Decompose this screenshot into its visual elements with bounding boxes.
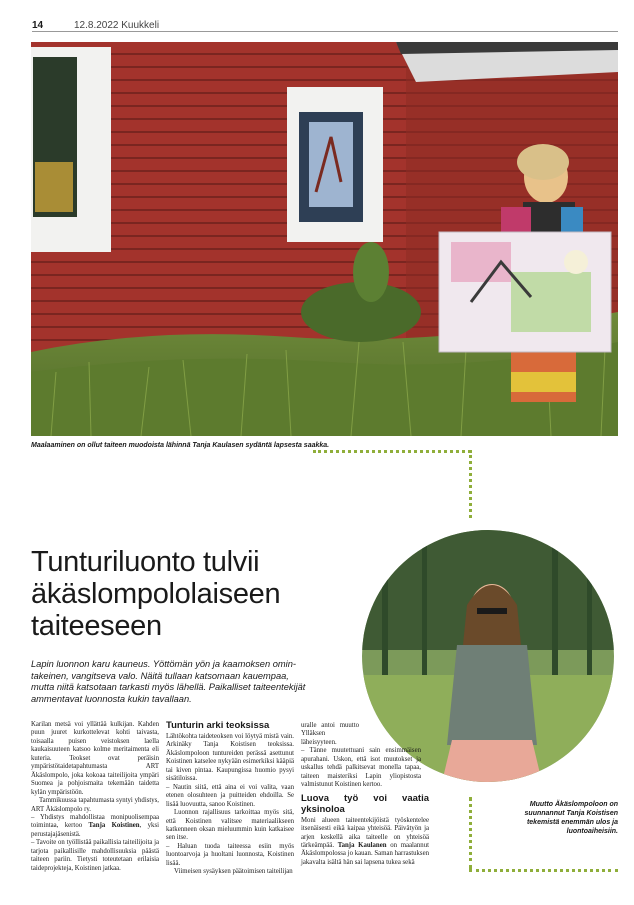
article-column-3: uralle antoi muutto Ylläksen läheisyytee… bbox=[301, 722, 429, 867]
paragraph: Luonnon rajallisuus tarkoittaa myös sitä… bbox=[166, 809, 294, 842]
subheading: Tunturin arki teoksissa bbox=[166, 720, 270, 731]
page-header: 14 12.8.2022 Kuukkeli bbox=[32, 14, 618, 32]
article-lead: Lapin luonnon karu kauneus. Yöttömän yön… bbox=[31, 659, 321, 705]
paragraph: – Haluan tuoda taiteessa esiin myös luon… bbox=[166, 842, 294, 867]
paragraph: – Yhdistys mahdollistaa monipuolisempaa … bbox=[31, 813, 159, 838]
paragraph: Karilan metsä voi yllättää kulkijan. Kah… bbox=[31, 721, 159, 796]
dotted-divider-horizontal bbox=[313, 450, 471, 453]
lead-line: Lapin luonnon karu kauneus. Yöttömän yön… bbox=[31, 659, 296, 669]
paragraph: Tammikuussa tapahtumasta syntyi yhdistys… bbox=[31, 797, 159, 813]
lead-line: ammentavat luonnosta kukin tavallaan. bbox=[31, 693, 192, 704]
dotted-divider-vertical-2 bbox=[469, 797, 472, 869]
dotted-divider-bottom bbox=[469, 869, 618, 872]
headline-line: Tunturiluonto tulvii bbox=[31, 546, 260, 579]
header-rule bbox=[32, 31, 618, 32]
main-photo bbox=[31, 42, 618, 436]
lead-line: takeinen, vangitseva valo. Näitä tullaan… bbox=[31, 670, 289, 681]
dotted-divider-vertical bbox=[469, 450, 472, 518]
issue-date-paper: 12.8.2022 Kuukkeli bbox=[74, 20, 160, 31]
subheading: Luova työ voi vaatia yksinoloa bbox=[301, 792, 429, 815]
article-column-1: Karilan metsä voi yllättää kulkijan. Kah… bbox=[31, 721, 159, 873]
lead-line: mutta niitä katsotaan tarkasti myös lähe… bbox=[31, 682, 306, 692]
paragraph: Lähtökohta taideteoksen voi löytyä mistä… bbox=[166, 733, 294, 783]
headline-line: taiteeseen bbox=[31, 610, 162, 643]
paragraph: Moni alueen taiteentekijöistä työskentel… bbox=[301, 816, 429, 866]
paragraph: uralle antoi muutto Ylläksen läheisyytee… bbox=[301, 722, 359, 746]
paragraph: – Tänne muutettuani sain ensimmäisen apu… bbox=[301, 747, 421, 789]
photo-caption: Maalaaminen on ollut taiteen muodoista l… bbox=[31, 442, 330, 449]
paragraph: – Nautin siitä, että aina ei voi valita,… bbox=[166, 783, 294, 808]
headline-line: äkäslompololaiseen bbox=[31, 578, 281, 611]
article-headline: Tunturiluonto tulvii äkäslompololaiseen … bbox=[31, 546, 351, 642]
paragraph: Viimeisen sysäyksen päätoimisen taiteili… bbox=[174, 868, 293, 876]
portrait-caption: Muutto Äkäslompoloon on suunnannut Tanja… bbox=[524, 801, 618, 835]
paragraph: – Tavoite on työllistää paikallisia tait… bbox=[31, 839, 159, 872]
page-number: 14 bbox=[32, 20, 44, 31]
article-column-2: Tunturin arki teoksissa Lähtökohta taide… bbox=[166, 720, 294, 877]
